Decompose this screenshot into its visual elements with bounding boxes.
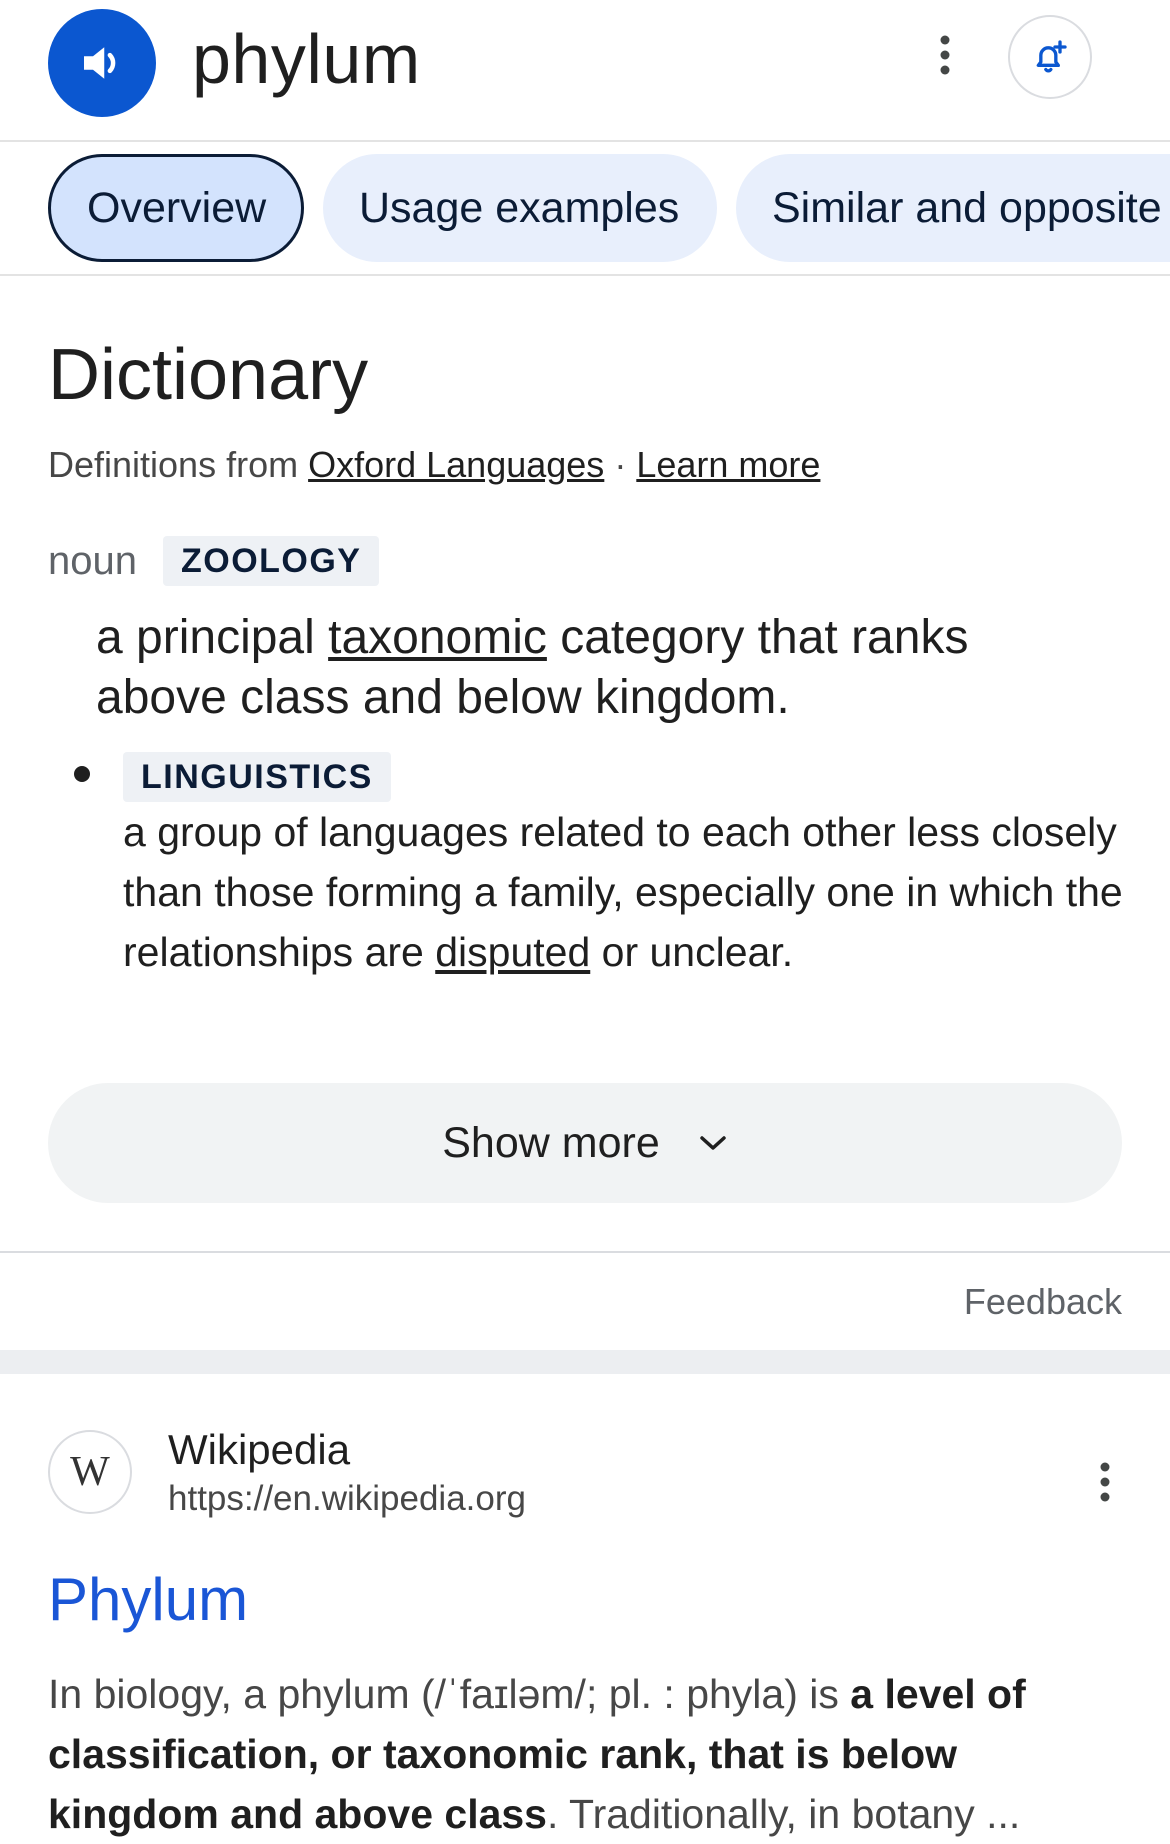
part-of-speech-row: noun ZOOLOGY [48, 535, 380, 587]
learn-more-link[interactable]: Learn more [636, 444, 820, 485]
feedback-link[interactable]: Feedback [964, 1280, 1122, 1324]
divider [0, 1251, 1170, 1253]
tab-overview[interactable]: Overview [48, 154, 304, 262]
wikipedia-favicon[interactable]: W [48, 1430, 132, 1514]
result-more-button[interactable] [1080, 1452, 1130, 1512]
word-title: phylum [192, 20, 421, 98]
favicon-letter: W [70, 1449, 110, 1495]
snippet-text-after: . Traditionally, in botany ... [547, 1791, 1021, 1837]
add-alert-button[interactable] [1008, 15, 1092, 99]
show-more-label: Show more [442, 1118, 660, 1167]
result-snippet: In biology, a phylum (/ˈfaɪləm/; pl. : p… [48, 1664, 1128, 1844]
pronounce-button[interactable] [48, 9, 156, 117]
more-vert-icon [1100, 1462, 1110, 1502]
tab-bar: Overview Usage examples Similar and oppo… [0, 142, 1170, 276]
domain-label-linguistics: LINGUISTICS [123, 752, 391, 802]
result-title-link[interactable]: Phylum [48, 1562, 248, 1638]
dictionary-source: Definitions from Oxford Languages · Lear… [48, 440, 820, 490]
taxonomic-link[interactable]: taxonomic [328, 611, 547, 664]
part-of-speech: noun [48, 538, 137, 583]
dictionary-header: phylum [0, 0, 1170, 142]
oxford-languages-link[interactable]: Oxford Languages [308, 444, 604, 485]
main-definition: a principal taxonomic category that rank… [96, 608, 1096, 728]
tab-similar-and-opposite[interactable]: Similar and opposite [736, 154, 1170, 262]
tab-usage-examples[interactable]: Usage examples [323, 154, 717, 262]
more-options-button[interactable] [920, 25, 970, 85]
chevron-down-icon [698, 1133, 728, 1153]
more-vert-icon [940, 35, 950, 75]
snippet-text-before: In biology, a phylum (/ˈfaɪləm/; pl. : p… [48, 1671, 851, 1717]
sub-definition: a group of languages related to each oth… [123, 802, 1133, 982]
result-url[interactable]: https://en.wikipedia.org [168, 1476, 526, 1522]
source-prefix: Definitions from [48, 444, 309, 485]
sub-definition-bullet [74, 766, 90, 782]
disputed-link[interactable]: disputed [435, 929, 590, 975]
main-def-text-before: a principal [96, 611, 329, 664]
add-alert-icon [1036, 40, 1067, 73]
dictionary-heading: Dictionary [48, 335, 369, 415]
show-more-button[interactable]: Show more [48, 1083, 1122, 1203]
result-site-name[interactable]: Wikipedia [168, 1424, 350, 1476]
sub-def-text-after: or unclear. [590, 929, 794, 975]
volume-icon [84, 47, 116, 79]
sub-label-wrapper: LINGUISTICS [123, 752, 391, 802]
source-separator: · [604, 444, 637, 485]
domain-label-zoology: ZOOLOGY [162, 536, 380, 586]
section-separator [0, 1350, 1170, 1374]
